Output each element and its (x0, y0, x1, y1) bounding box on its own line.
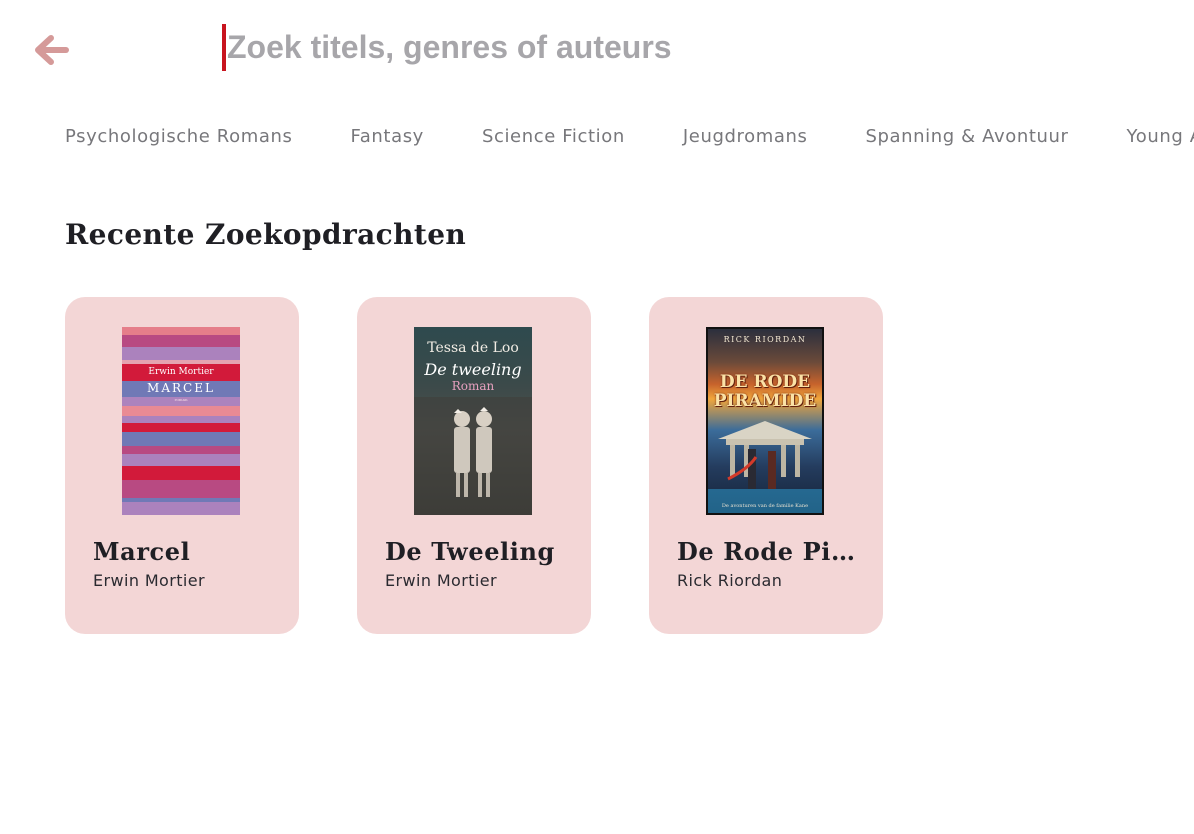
genre-psychologische-romans[interactable]: Psychologische Romans (65, 124, 292, 150)
book-card[interactable]: Tessa de Loo De tweeling Roman De Tweeli… (357, 297, 591, 634)
book-card[interactable]: Erwin Mortier MARCEL roman Marcel Erwin … (65, 297, 299, 634)
search-bar (222, 22, 1162, 72)
search-page: Psychologische Romans Fantasy Science Fict… (0, 0, 1194, 834)
pyramid-illustration (708, 421, 822, 513)
book-title: Marcel (93, 537, 191, 566)
cover-title-line-1: DE RODE (719, 372, 811, 392)
cover-subtitle: roman (174, 397, 188, 402)
genre-fantasy[interactable]: Fantasy (350, 124, 423, 150)
book-title: De Rode Piramide (677, 537, 867, 566)
genre-spanning-avontuur[interactable]: Spanning & Avontuur (865, 124, 1068, 150)
book-cover: RICK RIORDAN DE RODE PIRAMIDE De avontur… (706, 327, 824, 515)
book-author: Rick Riordan (677, 571, 783, 590)
search-input[interactable] (226, 22, 1106, 72)
section-title: Recente Zoekopdrachten (65, 218, 467, 251)
genre-science-fiction[interactable]: Science Fiction (482, 124, 625, 150)
arrow-left-icon (31, 33, 71, 71)
back-button[interactable] (28, 32, 74, 72)
cover-title-line-2: PIRAMIDE (713, 391, 817, 411)
book-author: Erwin Mortier (385, 571, 497, 590)
cover-title: DE RODE PIRAMIDE (708, 373, 822, 411)
genre-jeugdromans[interactable]: Jeugdromans (683, 124, 808, 150)
book-cover: Erwin Mortier MARCEL roman (122, 327, 240, 515)
cover-title: MARCEL (147, 381, 215, 395)
book-card[interactable]: RICK RIORDAN DE RODE PIRAMIDE De avontur… (649, 297, 883, 634)
book-author: Erwin Mortier (93, 571, 205, 590)
book-title: De Tweeling (385, 537, 555, 566)
genre-young-adult[interactable]: Young Adult (1127, 124, 1194, 150)
genre-list: Psychologische Romans Fantasy Science Fict… (65, 124, 1194, 154)
twins-illustration (414, 397, 532, 515)
cover-author: Erwin Mortier (148, 367, 214, 377)
book-cover: Tessa de Loo De tweeling Roman (414, 327, 532, 515)
cover-author: RICK RIORDAN (723, 335, 807, 344)
recent-searches-list: Erwin Mortier MARCEL roman Marcel Erwin … (65, 297, 883, 634)
cover-subtitle: De avonturen van de familie Kane (721, 503, 809, 509)
